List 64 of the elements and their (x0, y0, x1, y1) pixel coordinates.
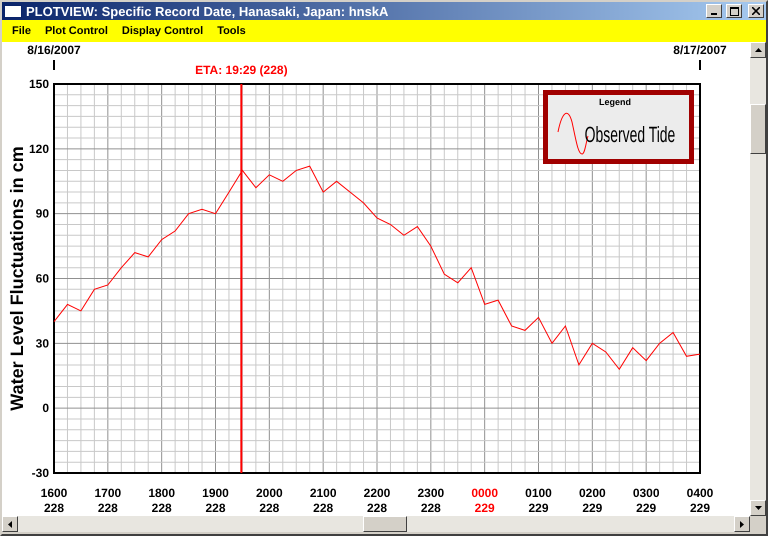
day-label: 228 (313, 501, 334, 515)
y-tick-label: 150 (28, 77, 49, 91)
time-label: 0100 (525, 486, 552, 500)
y-tick-label: 0 (42, 401, 49, 416)
time-label: 1800 (148, 486, 176, 500)
day-label: 229 (636, 501, 656, 515)
maximize-button[interactable] (726, 4, 742, 18)
scroll-up-button[interactable] (750, 42, 766, 58)
day-label: 228 (420, 501, 441, 515)
window-icon (4, 4, 22, 18)
legend-title: Legend (599, 97, 631, 107)
legend-entry: Observed Tide (584, 122, 676, 147)
day-label: 228 (366, 501, 388, 515)
y-tick-label: 90 (36, 206, 49, 221)
date-tick (53, 60, 55, 70)
left-arrow-icon (8, 520, 12, 528)
right-arrow-icon (740, 520, 744, 528)
scroll-right-button[interactable] (734, 516, 750, 532)
day-label: 228 (205, 501, 226, 515)
time-label: 2000 (256, 486, 283, 500)
day-label: 228 (44, 501, 64, 515)
scroll-down-button[interactable] (750, 500, 766, 516)
menu-item[interactable]: Plot Control (44, 25, 108, 37)
day-label: 229 (582, 501, 602, 515)
y-tick-label: 120 (28, 142, 49, 156)
day-label: 228 (98, 501, 118, 515)
scroll-left-button[interactable] (2, 516, 18, 532)
date-label: 8/16/2007 (27, 43, 81, 57)
maximize-icon (730, 6, 738, 16)
time-label: 0400 (686, 486, 714, 500)
y-tick-label: -30 (32, 466, 49, 480)
date-label: 8/17/2007 (673, 43, 727, 57)
close-button[interactable] (748, 4, 764, 18)
minimize-button[interactable] (706, 4, 722, 18)
day-label: 228 (152, 501, 172, 515)
date-tick (699, 60, 701, 70)
time-label: 2100 (310, 486, 337, 500)
time-label: 1900 (202, 486, 229, 500)
scroll-thumb[interactable] (750, 104, 766, 154)
eta-label: ETA: 19:29 (228) (195, 63, 288, 77)
time-label: 2200 (364, 486, 390, 500)
day-label: 229 (528, 501, 549, 515)
day-label: 229 (474, 501, 495, 515)
vertical-scrollbar[interactable] (750, 42, 766, 516)
day-label: 229 (690, 501, 710, 515)
time-label: 0000 (471, 486, 498, 500)
close-icon (752, 7, 760, 15)
up-arrow-icon (754, 48, 762, 52)
y-tick-label: 30 (36, 336, 49, 350)
menu-item[interactable]: Display Control (122, 25, 204, 37)
time-label: 0300 (632, 486, 660, 500)
y-tick-label: 60 (36, 272, 49, 286)
horizontal-scrollbar[interactable] (2, 516, 750, 532)
down-arrow-icon (754, 506, 762, 510)
day-label: 228 (259, 501, 280, 515)
window-title: PLOTVIEW: Specific Record Date, Hanasaki, Japan: hnskA (26, 4, 390, 18)
menu-item[interactable]: File (12, 25, 31, 37)
time-label: 0200 (578, 486, 606, 500)
time-label: 1600 (40, 486, 68, 500)
menu-item[interactable]: Tools (217, 25, 246, 37)
time-label: 1700 (94, 486, 122, 500)
y-axis-title: Water Level Fluctuations in cm (7, 146, 27, 411)
scroll-thumb[interactable] (363, 516, 407, 532)
time-label: 2300 (417, 486, 444, 500)
